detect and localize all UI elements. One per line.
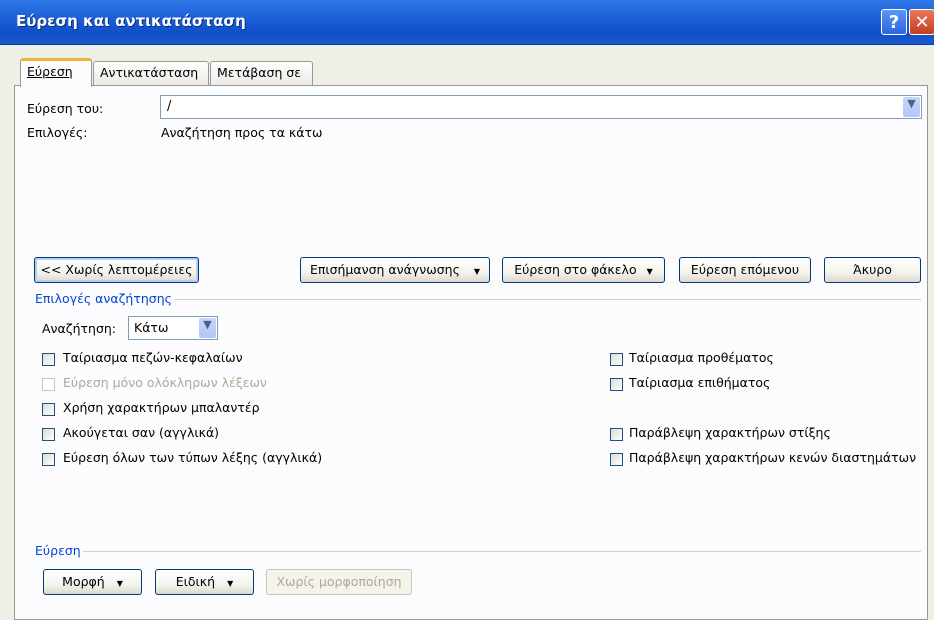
close-button[interactable]: ✕ [909, 9, 934, 35]
find-in-label: Εύρεση στο φάκελο [514, 262, 637, 277]
window-title: Εύρεση και αντικατάσταση [16, 12, 246, 30]
tab-goto-label: Μετάβαση σε [217, 65, 302, 80]
ignore-whitespace-label[interactable]: Παράβλεψη χαρακτήρων κενών διαστημάτων [629, 450, 916, 465]
chevron-down-icon[interactable]: ▼ [903, 97, 920, 117]
tab-replace[interactable]: Αντικατάσταση [93, 61, 209, 85]
find-what-combo[interactable]: / ▼ [160, 95, 922, 119]
dropdown-arrow-icon: ▼ [227, 579, 234, 588]
find-in-button[interactable]: Εύρεση στο φάκελο ▼ [502, 257, 665, 283]
options-value: Αναζήτηση προς τα κάτω [161, 125, 323, 140]
dialog-client: Εύρεση Αντικατάσταση Μετάβαση σε Εύρεση … [0, 45, 934, 620]
reading-highlight-button[interactable]: Επισήμανση ανάγνωσης ▼ [300, 257, 490, 283]
title-bar[interactable]: Εύρεση και αντικατάσταση ? ✕ [0, 0, 934, 45]
format-label: Μορφή [62, 574, 105, 589]
find-dropdown-glyph: ▼ [907, 97, 916, 110]
ignore-punctuation-checkbox[interactable] [610, 428, 623, 441]
tab-find[interactable]: Εύρεση [20, 58, 92, 87]
match-case-label[interactable]: Ταίριασμα πεζών-κεφαλαίων [63, 350, 243, 365]
find-group-title: Εύρεση [35, 543, 81, 558]
less-button[interactable]: << Χωρίς λεπτομέρειες [34, 257, 199, 283]
no-formatting-button[interactable]: Χωρίς μορφοποίηση [266, 569, 412, 595]
match-prefix-checkbox[interactable] [610, 353, 623, 366]
dropdown-arrow-icon: ▼ [646, 267, 653, 276]
search-direction-value: Κάτω [134, 320, 169, 335]
match-prefix-label[interactable]: Ταίριασμα προθέματος [629, 350, 774, 365]
tab-panel: Εύρεση του: / ▼ Επιλογές: Αναζήτηση προς… [14, 85, 928, 620]
ignore-whitespace-checkbox[interactable] [610, 453, 623, 466]
search-options-title: Επιλογές αναζήτησης [35, 291, 172, 306]
options-label: Επιλογές: [27, 125, 88, 140]
match-suffix-label[interactable]: Ταίριασμα επιθήματος [629, 375, 770, 390]
wildcards-checkbox[interactable] [42, 403, 55, 416]
find-what-value[interactable]: / [167, 99, 171, 114]
wildcards-label[interactable]: Χρήση χαρακτήρων μπαλαντέρ [63, 400, 260, 415]
tab-find-label: Εύρεση [27, 64, 73, 79]
word-forms-checkbox[interactable] [42, 453, 55, 466]
whole-words-label[interactable]: Εύρεση μόνο ολόκληρων λέξεων [63, 375, 267, 390]
reading-highlight-label: Επισήμανση ανάγνωσης [309, 262, 460, 277]
match-suffix-checkbox[interactable] [610, 378, 623, 391]
word-forms-label[interactable]: Εύρεση όλων των τύπων λέξης (αγγλικά) [63, 450, 322, 465]
cancel-button[interactable]: Άκυρο [824, 257, 921, 283]
search-options-divider [175, 299, 921, 300]
sounds-like-checkbox[interactable] [42, 428, 55, 441]
chevron-down-icon[interactable]: ▼ [199, 318, 216, 338]
help-button[interactable]: ? [881, 9, 907, 35]
whole-words-checkbox[interactable] [42, 378, 55, 391]
tab-goto[interactable]: Μετάβαση σε [210, 61, 313, 85]
format-button[interactable]: Μορφή ▼ [43, 569, 142, 595]
sounds-like-label[interactable]: Ακούγεται σαν (αγγλικά) [63, 425, 219, 440]
search-direction-label: Αναζήτηση: [42, 321, 116, 336]
special-button[interactable]: Ειδική ▼ [155, 569, 254, 595]
tab-replace-label: Αντικατάσταση [100, 65, 199, 80]
dropdown-arrow-icon: ▼ [473, 267, 481, 276]
search-dropdown-glyph: ▼ [203, 318, 212, 331]
find-what-label: Εύρεση του: [27, 101, 104, 116]
search-direction-select[interactable]: Κάτω ▼ [128, 316, 218, 340]
ignore-punctuation-label[interactable]: Παράβλεψη χαρακτήρων στίξης [629, 425, 831, 440]
match-case-checkbox[interactable] [42, 353, 55, 366]
dropdown-arrow-icon: ▼ [116, 579, 123, 588]
find-group-divider [83, 551, 921, 552]
find-next-button[interactable]: Εύρεση επόμενου [679, 257, 811, 283]
special-label: Ειδική [175, 574, 216, 589]
